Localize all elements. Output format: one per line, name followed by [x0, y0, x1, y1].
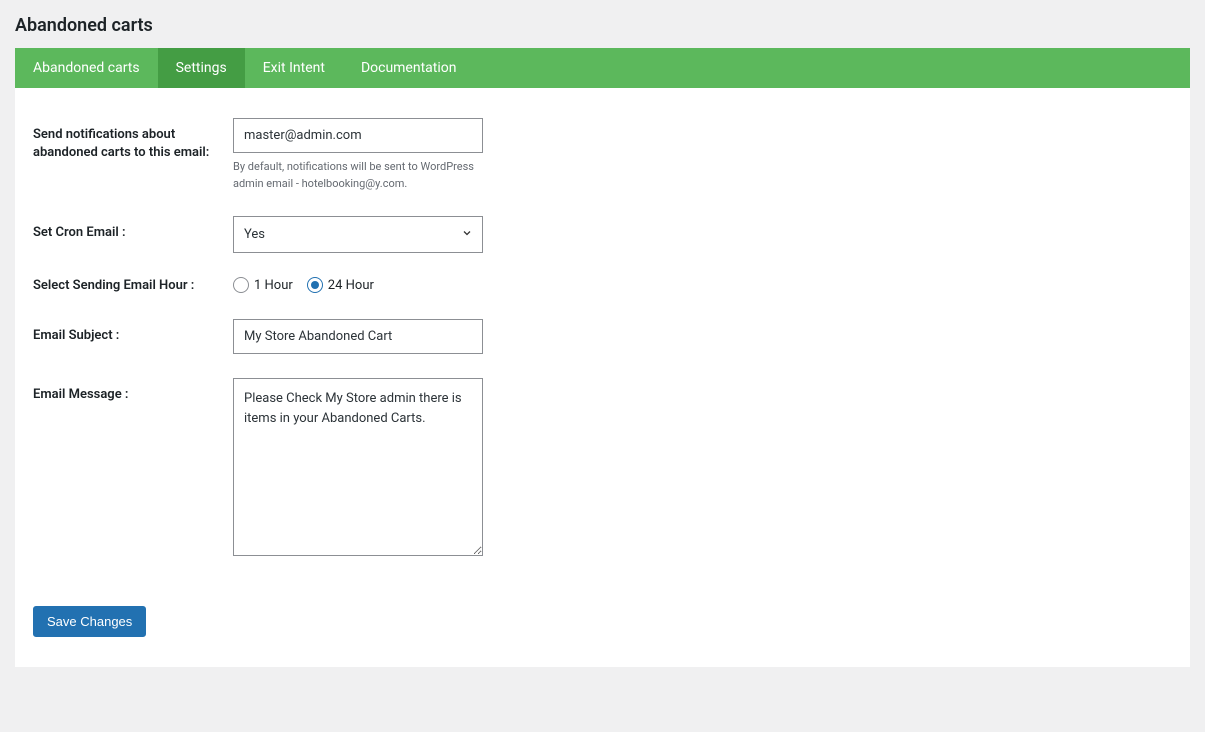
cron-email-label: Set Cron Email :: [33, 216, 233, 242]
cron-email-select[interactable]: Yes: [233, 216, 483, 253]
email-subject-input[interactable]: [233, 319, 483, 354]
notification-email-input[interactable]: [233, 118, 483, 153]
email-message-textarea[interactable]: [233, 378, 483, 556]
tab-abandoned-carts[interactable]: Abandoned carts: [15, 48, 158, 88]
tabs-nav: Abandoned carts Settings Exit Intent Doc…: [15, 48, 1190, 88]
radio-1-hour-label: 1 Hour: [254, 278, 293, 293]
settings-panel: Send notifications about abandoned carts…: [15, 88, 1190, 667]
tab-documentation[interactable]: Documentation: [343, 48, 475, 88]
notification-email-help: By default, notifications will be sent t…: [233, 159, 483, 192]
tab-exit-intent[interactable]: Exit Intent: [245, 48, 343, 88]
notification-email-label: Send notifications about abandoned carts…: [33, 118, 233, 162]
radio-24-hour[interactable]: 24 Hour: [307, 277, 374, 293]
save-changes-button[interactable]: Save Changes: [33, 606, 146, 637]
radio-1-hour[interactable]: 1 Hour: [233, 277, 293, 293]
sending-hour-label: Select Sending Email Hour :: [33, 277, 233, 295]
email-subject-label: Email Subject :: [33, 319, 233, 345]
radio-icon: [307, 277, 323, 293]
radio-icon: [233, 277, 249, 293]
tab-settings[interactable]: Settings: [158, 48, 245, 88]
page-title: Abandoned carts: [15, 15, 1190, 36]
radio-24-hour-label: 24 Hour: [328, 278, 374, 293]
email-message-label: Email Message :: [33, 378, 233, 404]
